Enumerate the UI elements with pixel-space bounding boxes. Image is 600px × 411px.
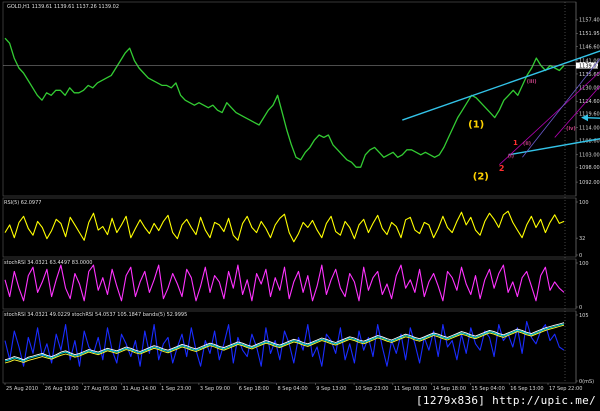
y-tick-label: 100 <box>579 200 589 206</box>
stochrsi-bands-panel-title: stochRSI 34.0321 49.0229 stochRSI 54.053… <box>4 312 187 318</box>
wave-label: (iv) <box>566 126 576 132</box>
y-tick-label: 1103.00 <box>579 153 600 159</box>
y-tick-label: 1092.00 <box>579 180 600 186</box>
x-tick-label: 8 Sep 04:00 <box>278 386 308 392</box>
x-tick-label: 11 Sep 08:00 <box>394 386 427 392</box>
y-tick-label: 1157.40 <box>579 18 600 24</box>
x-tick-label: 9 Sep 13:00 <box>316 386 346 392</box>
y-tick-label: 105 <box>579 313 589 319</box>
wave-label: (ii) <box>523 141 531 147</box>
wave-label: (1) <box>468 120 484 131</box>
stochrsi-panel-title: stochRSI 34.0321 63.4497 83.0000 <box>4 260 92 266</box>
x-tick-label: 10 Sep 23:00 <box>355 386 388 392</box>
y-tick-label: 0 <box>579 305 582 311</box>
x-tick-label: 6 Sep 18:00 <box>239 386 269 392</box>
x-tick-label: 25 Aug 2010 <box>6 386 38 392</box>
wave-label: (i) <box>508 153 514 159</box>
x-tick-label: 16 Sep 13:00 <box>510 386 543 392</box>
wave-label: 2 <box>499 164 505 173</box>
x-tick-label: 31 Aug 14:00 <box>122 386 156 392</box>
y-tick-label: 32 <box>579 236 585 242</box>
wave-label: (iii) <box>527 79 537 85</box>
wave-label: (2) <box>473 172 489 183</box>
wave-label: 1 <box>513 139 518 147</box>
current-price-label: 1139.02 <box>579 63 600 69</box>
y-tick-label: 0(mS) <box>579 379 594 385</box>
x-tick-label: 1 Sep 23:00 <box>161 386 191 392</box>
x-tick-label: 17 Sep 22:00 <box>549 386 582 392</box>
x-tick-label: 14 Sep 18:00 <box>433 386 466 392</box>
x-tick-label: 3 Sep 09:00 <box>200 386 230 392</box>
y-tick-label: 1146.60 <box>579 44 600 50</box>
y-tick-label: 1114.00 <box>579 125 600 131</box>
y-tick-label: 1119.60 <box>579 111 600 117</box>
x-tick-label: 26 Aug 19:00 <box>45 386 79 392</box>
rsi-panel-title: RSI(5) 62.0977 <box>4 200 41 206</box>
watermark: [1279x836] http://upic.me/ <box>416 394 596 407</box>
x-tick-label: 15 Sep 04:00 <box>471 386 504 392</box>
y-tick-label: 0 <box>579 253 582 259</box>
x-tick-label: 27 Aug 05:00 <box>84 386 118 392</box>
trading-chart: GOLD,H1 1139.61 1139.61 1137.26 1139.02 … <box>0 0 600 411</box>
y-tick-label: 100 <box>579 261 589 267</box>
price-panel-title: GOLD,H1 1139.61 1139.61 1137.26 1139.02 <box>7 4 119 10</box>
y-tick-label: 1098.00 <box>579 165 600 171</box>
y-tick-label: 1124.60 <box>579 99 600 105</box>
y-tick-label: 1151.95 <box>579 31 600 37</box>
